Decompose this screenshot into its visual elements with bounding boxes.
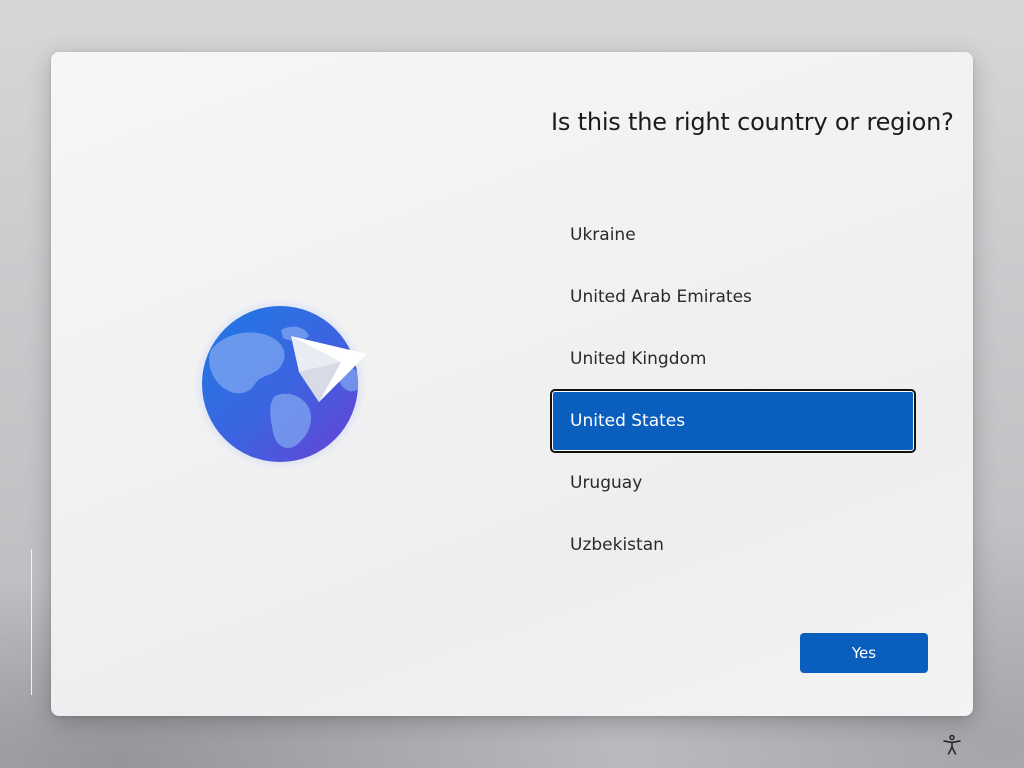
setup-progress-line xyxy=(31,549,32,695)
globe-paper-plane-icon xyxy=(191,292,391,482)
country-option-united-arab-emirates[interactable]: United Arab Emirates xyxy=(551,266,915,328)
country-option-ukraine[interactable]: Ukraine xyxy=(551,204,915,266)
page-title: Is this the right country or region? xyxy=(551,108,954,136)
country-option-uzbekistan[interactable]: Uzbekistan xyxy=(551,514,915,576)
country-option-united-states[interactable]: United States xyxy=(550,389,916,453)
country-option-united-kingdom[interactable]: United Kingdom xyxy=(551,328,915,390)
yes-button[interactable]: Yes xyxy=(800,633,928,673)
accessibility-icon[interactable] xyxy=(940,733,964,757)
setup-dialog: Is this the right country or region? Ukr… xyxy=(51,52,973,716)
country-option-uruguay[interactable]: Uruguay xyxy=(551,452,915,514)
country-list[interactable]: Ukraine United Arab Emirates United King… xyxy=(550,204,916,576)
